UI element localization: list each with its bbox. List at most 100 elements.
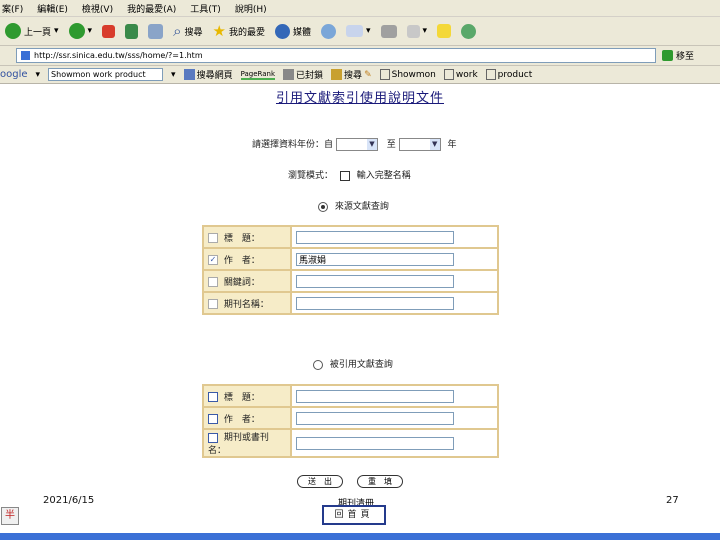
table-row: 標 題： <box>202 384 499 408</box>
browse-mode-row: 瀏覽模式： 輸入完整名稱 <box>288 168 411 181</box>
edit-button[interactable]: ▾ <box>404 19 431 43</box>
row-label-cell: 標 題： <box>202 384 292 408</box>
menu-tools[interactable]: 工具(T) <box>190 2 221 15</box>
popup-blocker-label: 已封鎖 <box>296 71 324 81</box>
menu-help[interactable]: 說明(H) <box>235 2 267 15</box>
go-button[interactable]: 移至 <box>662 49 694 62</box>
year-range-row: 請選擇資料年份：自 ▼ 至 ▼ 年 <box>252 137 457 151</box>
cited-title-input[interactable] <box>296 389 454 403</box>
keyword-checkbox[interactable] <box>208 277 218 287</box>
row-input-cell <box>290 406 499 430</box>
reset-button[interactable]: 重 填 <box>357 475 403 488</box>
keyword-label: 關鍵詞： <box>223 277 260 288</box>
ime-indicator-icon[interactable]: 半 <box>1 507 19 525</box>
year-from-select[interactable]: ▼ <box>335 138 378 151</box>
table-row: 關鍵詞： <box>202 269 499 293</box>
favorites-button[interactable]: ★ 我的最愛 <box>210 19 268 43</box>
highlight-button[interactable]: 搜尋 ✎ <box>331 68 372 81</box>
page-title[interactable]: 引用文獻索引使用說明文件 <box>0 87 720 106</box>
page-icon <box>21 51 30 60</box>
home-link[interactable]: 回首頁 <box>322 505 386 525</box>
popup-blocker-icon <box>283 69 295 80</box>
cited-author-input[interactable] <box>296 411 454 425</box>
note-icon <box>437 24 452 38</box>
year-to-select[interactable]: ▼ <box>398 138 441 151</box>
media-button[interactable]: 媒體 <box>272 19 314 43</box>
printer-icon <box>380 24 397 38</box>
popup-blocker-button[interactable]: 已封鎖 <box>283 68 323 81</box>
chevron-down-icon[interactable]: ▾ <box>54 26 59 36</box>
search-web-button[interactable]: 搜尋網頁 <box>183 68 233 81</box>
row-input-cell <box>290 384 499 408</box>
table-row: 期刊名稱： <box>202 291 499 315</box>
print-button[interactable] <box>378 19 400 43</box>
google-logo[interactable]: oogle <box>0 69 28 80</box>
refresh-button[interactable] <box>122 19 141 43</box>
submit-button[interactable]: 送 出 <box>297 475 343 488</box>
table-row: 作 者： <box>202 406 499 430</box>
author-checkbox[interactable]: ✓ <box>208 255 218 265</box>
term-button-1[interactable]: Showmon <box>379 69 436 80</box>
table-row: 標 題： <box>202 225 499 249</box>
cited-journal-checkbox[interactable] <box>208 432 218 443</box>
menu-favorites[interactable]: 我的最愛(A) <box>127 2 176 15</box>
cited-title-label: 標 題： <box>223 392 260 403</box>
title-input[interactable] <box>296 230 454 244</box>
note-button[interactable] <box>434 19 454 43</box>
section2-radio-row: 被引用文獻查詢 <box>313 357 393 370</box>
taskbar <box>0 533 720 540</box>
table-row: 期刊或書刊名： <box>202 428 499 458</box>
section2-table-wrap: 標 題： 作 者： 期刊或書刊名： <box>202 384 499 458</box>
menu-view[interactable]: 檢視(V) <box>82 2 113 15</box>
menu-file[interactable]: 案(F) <box>2 2 23 15</box>
messenger-button[interactable] <box>458 19 479 43</box>
journal-input[interactable] <box>296 296 454 310</box>
menu-bar: 案(F) 編輯(E) 檢視(V) 我的最愛(A) 工具(T) 說明(H) <box>0 0 720 17</box>
chevron-down-icon[interactable]: ▾ <box>88 26 93 36</box>
term-button-2[interactable]: work <box>443 69 478 80</box>
google-search-icon <box>183 69 195 80</box>
history-icon <box>320 23 336 39</box>
chevron-down-icon: ▼ <box>366 139 377 150</box>
favorites-label: 我的最愛 <box>228 27 265 38</box>
row-label-cell: ✓ 作 者： <box>202 247 292 271</box>
cited-author-checkbox[interactable] <box>208 414 218 424</box>
term-icon <box>443 69 454 80</box>
home-button[interactable] <box>145 19 166 43</box>
pagerank-label[interactable]: PageRank <box>240 70 276 80</box>
menu-edit[interactable]: 編輯(E) <box>37 2 68 15</box>
row-label-cell: 作 者： <box>202 406 292 430</box>
refresh-icon <box>125 23 139 39</box>
mail-button[interactable]: ▾ <box>343 19 374 43</box>
cited-search-table: 標 題： 作 者： 期刊或書刊名： <box>202 384 499 458</box>
section2-radio[interactable] <box>313 359 323 370</box>
google-query-text: Showmon work product <box>51 70 146 79</box>
term-button-3[interactable]: product <box>485 69 532 80</box>
title-checkbox[interactable] <box>208 233 218 243</box>
cited-title-checkbox[interactable] <box>208 392 218 402</box>
google-search-input[interactable]: Showmon work product <box>48 68 164 81</box>
forward-button[interactable]: ▾ <box>66 19 96 43</box>
highlight-label: 搜尋 <box>344 71 363 81</box>
stop-button[interactable] <box>99 19 118 43</box>
search-button[interactable]: ⌕ 搜尋 <box>170 19 205 43</box>
section1-label: 來源文獻查詢 <box>334 202 389 212</box>
back-button[interactable]: 上一頁 ▾ <box>2 19 62 43</box>
cited-journal-input[interactable] <box>296 436 454 450</box>
browse-checkbox[interactable] <box>339 170 350 181</box>
row-label-cell: 關鍵詞： <box>202 269 292 293</box>
title-label: 標 題： <box>223 233 260 244</box>
chevron-down-icon[interactable]: ▾ <box>366 26 371 36</box>
year-suffix: 年 <box>447 140 457 150</box>
chevron-down-icon[interactable]: ▾ <box>36 70 41 80</box>
url-input[interactable]: http://ssr.sinica.edu.tw/sss/home/?=1.ht… <box>16 48 656 63</box>
chevron-down-icon[interactable]: ▾ <box>423 26 428 36</box>
row-label-cell: 期刊或書刊名： <box>202 428 292 458</box>
keyword-input[interactable] <box>296 274 454 288</box>
row-input-cell <box>290 269 499 293</box>
section1-radio[interactable] <box>318 201 328 212</box>
journal-checkbox[interactable] <box>208 299 218 309</box>
history-button[interactable] <box>318 19 339 43</box>
chevron-down-icon[interactable]: ▾ <box>171 70 176 80</box>
author-input[interactable]: 馬淑娟 <box>296 252 454 266</box>
